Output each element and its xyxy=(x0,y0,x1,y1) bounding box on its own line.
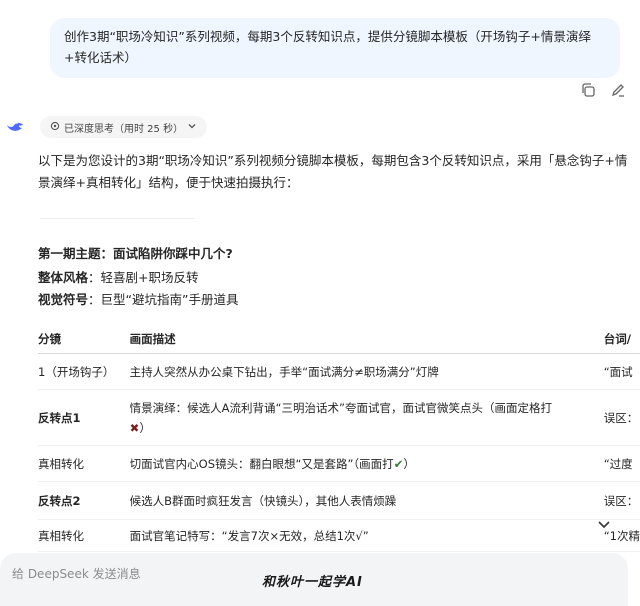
user-message-text: 创作3期“职场冷知识”系列视频，每期3个反转知识点，提供分镜脚本模板（开场钩子+… xyxy=(64,29,591,65)
cell-shot: 1（开场钩子） xyxy=(38,353,130,390)
cell-shot: 真相转化 xyxy=(38,445,130,482)
message-actions xyxy=(580,82,626,98)
message-input-placeholder[interactable]: 给 DeepSeek 发送消息 xyxy=(12,565,141,582)
table-row: 反转点2 候选人B群面时疯狂发言（快镜头），其他人表情烦躁 误区： xyxy=(38,481,640,520)
cross-mark-icon: ✖ xyxy=(129,420,140,435)
edit-icon[interactable] xyxy=(610,82,626,98)
style-value: ：轻喜剧+职场反转 xyxy=(88,270,199,285)
scene-tail: ） xyxy=(139,420,151,435)
header-shot: 分镜 xyxy=(38,325,130,354)
cell-shot: 反转点1 xyxy=(38,389,130,446)
visual-value: ：巨型“避坑指南”手册道具 xyxy=(88,292,239,307)
scene-text: 候选人B群面时疯狂发言（快镜头），其他人表情烦躁 xyxy=(129,493,397,508)
cell-line: “过度 xyxy=(603,445,640,482)
cell-shot: 反转点2 xyxy=(38,481,130,520)
deepseek-whale-icon xyxy=(5,116,25,136)
think-icon xyxy=(50,121,60,134)
cell-scene: 主持人突然从办公桌下钻出，手举“面试满分≠职场满分”灯牌 xyxy=(129,353,604,390)
assistant-intro: 以下是为您设计的3期“职场冷知识”系列视频分镜脚本模板，每期包含3个反转知识点，… xyxy=(38,153,628,190)
style-line: 整体风格：轻喜剧+职场反转 xyxy=(38,268,199,288)
visual-label: 视觉符号 xyxy=(38,292,89,307)
user-message-bubble: 创作3期“职场冷知识”系列视频，每期3个反转知识点，提供分镜脚本模板（开场钩子+… xyxy=(50,18,620,78)
cell-shot: 真相转化 xyxy=(38,519,130,552)
copy-icon[interactable] xyxy=(580,82,596,98)
table-row: 1（开场钩子） 主持人突然从办公桌下钻出，手举“面试满分≠职场满分”灯牌 “面试 xyxy=(38,353,640,390)
storyboard-table: 分镜 画面描述 台词/ 1（开场钩子） 主持人突然从办公桌下钻出，手举“面试满分… xyxy=(38,325,640,552)
style-label: 整体风格 xyxy=(38,270,89,285)
check-mark-icon: ✔ xyxy=(393,456,404,471)
table-header-row: 分镜 画面描述 台词/ xyxy=(38,325,640,354)
scene-text: 面试官笔记特写：“发言7次×无效，总结1次√” xyxy=(129,528,369,543)
cell-scene: 情景演绎：候选人A流利背诵“三明治话术”夸面试官，面试官微笑点头（画面定格打 ✖） xyxy=(129,389,604,446)
header-scene: 画面描述 xyxy=(129,325,604,354)
scene-text: 主持人突然从办公桌下钻出，手举“面试满分≠职场满分”灯牌 xyxy=(129,364,439,379)
table-row: 真相转化 切面试官内心OS镜头：翻白眼想“又是套路”（画面打✔） “过度 xyxy=(38,445,640,482)
cell-scene: 面试官笔记特写：“发言7次×无效，总结1次√” xyxy=(129,519,604,552)
header-line: 台词/ xyxy=(603,325,640,354)
scene-tail: ） xyxy=(403,456,415,471)
scroll-down-chevron-icon[interactable] xyxy=(596,516,612,532)
cell-scene: 候选人B群面时疯狂发言（快镜头），其他人表情烦躁 xyxy=(129,481,604,520)
table-row: 真相转化 面试官笔记特写：“发言7次×无效，总结1次√” “1次精 xyxy=(38,519,640,552)
table-row: 反转点1 情景演绎：候选人A流利背诵“三明治话术”夸面试官，面试官微笑点头（画面… xyxy=(38,389,640,446)
scene-text: 切面试官内心OS镜头：翻白眼想“又是套路”（画面打 xyxy=(129,456,394,471)
cell-line: “面试 xyxy=(603,353,640,390)
deep-think-toggle[interactable]: 已深度思考（用时 25 秒） xyxy=(40,116,208,138)
chevron-down-icon xyxy=(187,121,197,134)
cell-scene: 切面试官内心OS镜头：翻白眼想“又是套路”（画面打✔） xyxy=(129,445,604,482)
think-label: 已深度思考（用时 25 秒） xyxy=(64,123,184,135)
divider xyxy=(40,218,195,219)
cell-line: 误区： xyxy=(603,481,640,520)
scene-text: 情景演绎：候选人A流利背诵“三明治话术”夸面试官，面试官微笑点头（画面定格打 xyxy=(129,400,552,415)
visual-line: 视觉符号：巨型“避坑指南”手册道具 xyxy=(38,290,238,310)
episode-title: 第一期主题：面试陷阱你踩中几个? xyxy=(38,246,233,261)
cell-line: 误区： xyxy=(603,389,640,446)
watermark-text: 和秋叶一起学AI xyxy=(262,575,363,590)
